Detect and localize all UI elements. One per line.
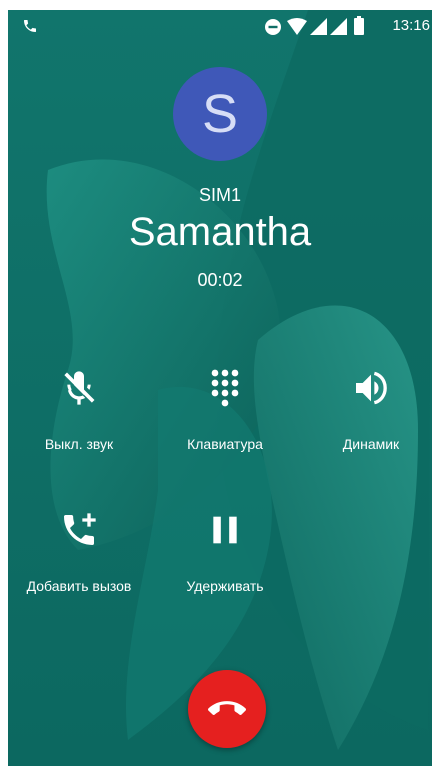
add-call-label: Добавить вызов <box>26 578 132 594</box>
contact-avatar: S <box>173 67 267 161</box>
signal-icon <box>310 18 327 35</box>
battery-icon <box>354 16 364 35</box>
hold-button[interactable]: Удерживать <box>155 510 295 594</box>
mute-button[interactable]: Выкл. звук <box>9 368 149 452</box>
keypad-label: Клавиатура <box>187 436 263 452</box>
pause-icon <box>213 516 237 544</box>
add-call-icon <box>64 513 96 545</box>
status-bar: 13:16 <box>8 10 432 42</box>
in-call-screen: 13:16 S SIM1 Samantha 00:02 Выкл. звук К… <box>8 10 432 766</box>
keypad-button[interactable]: Клавиатура <box>155 368 295 452</box>
wifi-icon <box>287 18 307 35</box>
add-call-button[interactable]: Добавить вызов <box>9 510 149 594</box>
dialpad-icon <box>211 369 239 407</box>
signal-icon <box>330 18 347 35</box>
call-timer: 00:02 <box>197 270 243 290</box>
hold-label: Удерживать <box>186 578 264 594</box>
end-call-button[interactable] <box>188 670 266 748</box>
phone-call-icon <box>24 20 36 32</box>
mute-label: Выкл. звук <box>44 436 114 452</box>
speaker-label: Динамик <box>342 436 400 452</box>
end-call-icon <box>208 701 246 716</box>
contact-name: Samantha <box>128 210 312 254</box>
speaker-icon <box>356 371 387 405</box>
sim-label: SIM1 <box>198 185 241 205</box>
speaker-button[interactable]: Динамик <box>301 368 432 452</box>
status-time: 13:16 <box>392 17 430 34</box>
mic-off-icon <box>64 371 95 405</box>
do-not-disturb-icon <box>265 19 281 35</box>
avatar-letter: S <box>201 84 239 144</box>
